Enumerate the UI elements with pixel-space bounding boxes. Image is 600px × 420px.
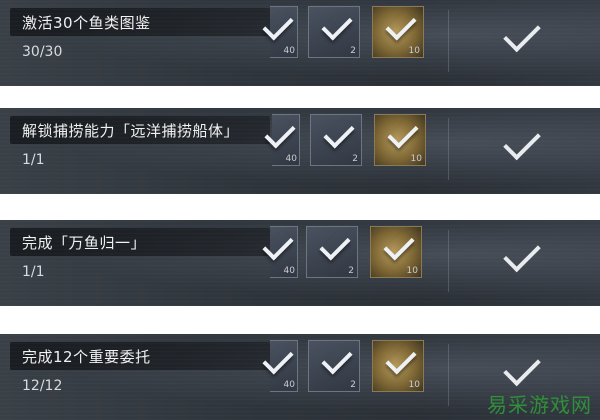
reward-quantity: 2 [352, 154, 358, 164]
achievement-list: 激活30个鱼类图鉴 30/30 40 2 10 解锁捕捞能力「远洋捕捞船体」 1… [0, 0, 600, 420]
task-progress: 30/30 [22, 44, 63, 60]
reward-quantity: 10 [406, 266, 418, 276]
check-icon [319, 229, 351, 261]
watermark-logo: 易采游戏网 [487, 393, 592, 417]
reward-quantity: 10 [408, 46, 420, 56]
check-icon [323, 117, 355, 149]
task-progress: 1/1 [22, 152, 45, 168]
task-progress: 1/1 [22, 264, 45, 280]
completed-check-icon [503, 234, 541, 273]
check-icon [385, 9, 417, 41]
reward-item[interactable]: 40 [262, 6, 298, 58]
reward-item[interactable]: 10 [372, 6, 424, 58]
reward-item[interactable]: 2 [308, 6, 360, 58]
reward-item[interactable]: 10 [372, 340, 424, 392]
check-icon [385, 343, 417, 375]
reward-quantity: 40 [283, 266, 295, 276]
task-card[interactable]: 完成「万鱼归一」 1/1 40 2 10 [0, 220, 600, 306]
reward-item[interactable]: 10 [370, 226, 422, 278]
task-title: 完成「万鱼归一」 [22, 234, 147, 252]
task-card[interactable]: 激活30个鱼类图鉴 30/30 40 2 10 [0, 0, 600, 86]
task-title: 解锁捕捞能力「远洋捕捞船体」 [22, 122, 240, 140]
reward-quantity: 10 [410, 154, 422, 164]
divider [448, 118, 449, 180]
reward-item[interactable]: 10 [374, 114, 426, 166]
reward-item[interactable]: 40 [262, 226, 298, 278]
task-title: 完成12个重要委托 [22, 348, 151, 366]
reward-quantity: 2 [350, 380, 356, 390]
reward-item[interactable]: 40 [264, 114, 300, 166]
task-title: 激活30个鱼类图鉴 [22, 14, 151, 32]
check-icon [321, 9, 353, 41]
check-icon [387, 117, 419, 149]
reward-quantity: 40 [285, 154, 297, 164]
reward-quantity: 2 [350, 46, 356, 56]
completed-check-icon [503, 14, 541, 53]
reward-item[interactable]: 2 [308, 340, 360, 392]
reward-item[interactable]: 2 [310, 114, 362, 166]
reward-item[interactable]: 2 [306, 226, 358, 278]
task-progress: 12/12 [22, 378, 63, 394]
reward-quantity: 2 [348, 266, 354, 276]
reward-quantity: 40 [283, 46, 295, 56]
check-icon [383, 229, 415, 261]
task-card[interactable]: 解锁捕捞能力「远洋捕捞船体」 1/1 40 2 10 [0, 108, 600, 194]
check-icon [321, 343, 353, 375]
completed-check-icon [503, 348, 541, 387]
divider [448, 344, 449, 406]
reward-quantity: 40 [283, 380, 295, 390]
completed-check-icon [503, 122, 541, 161]
reward-quantity: 10 [408, 380, 420, 390]
reward-item[interactable]: 40 [262, 340, 298, 392]
divider [448, 10, 449, 72]
divider [448, 230, 449, 292]
